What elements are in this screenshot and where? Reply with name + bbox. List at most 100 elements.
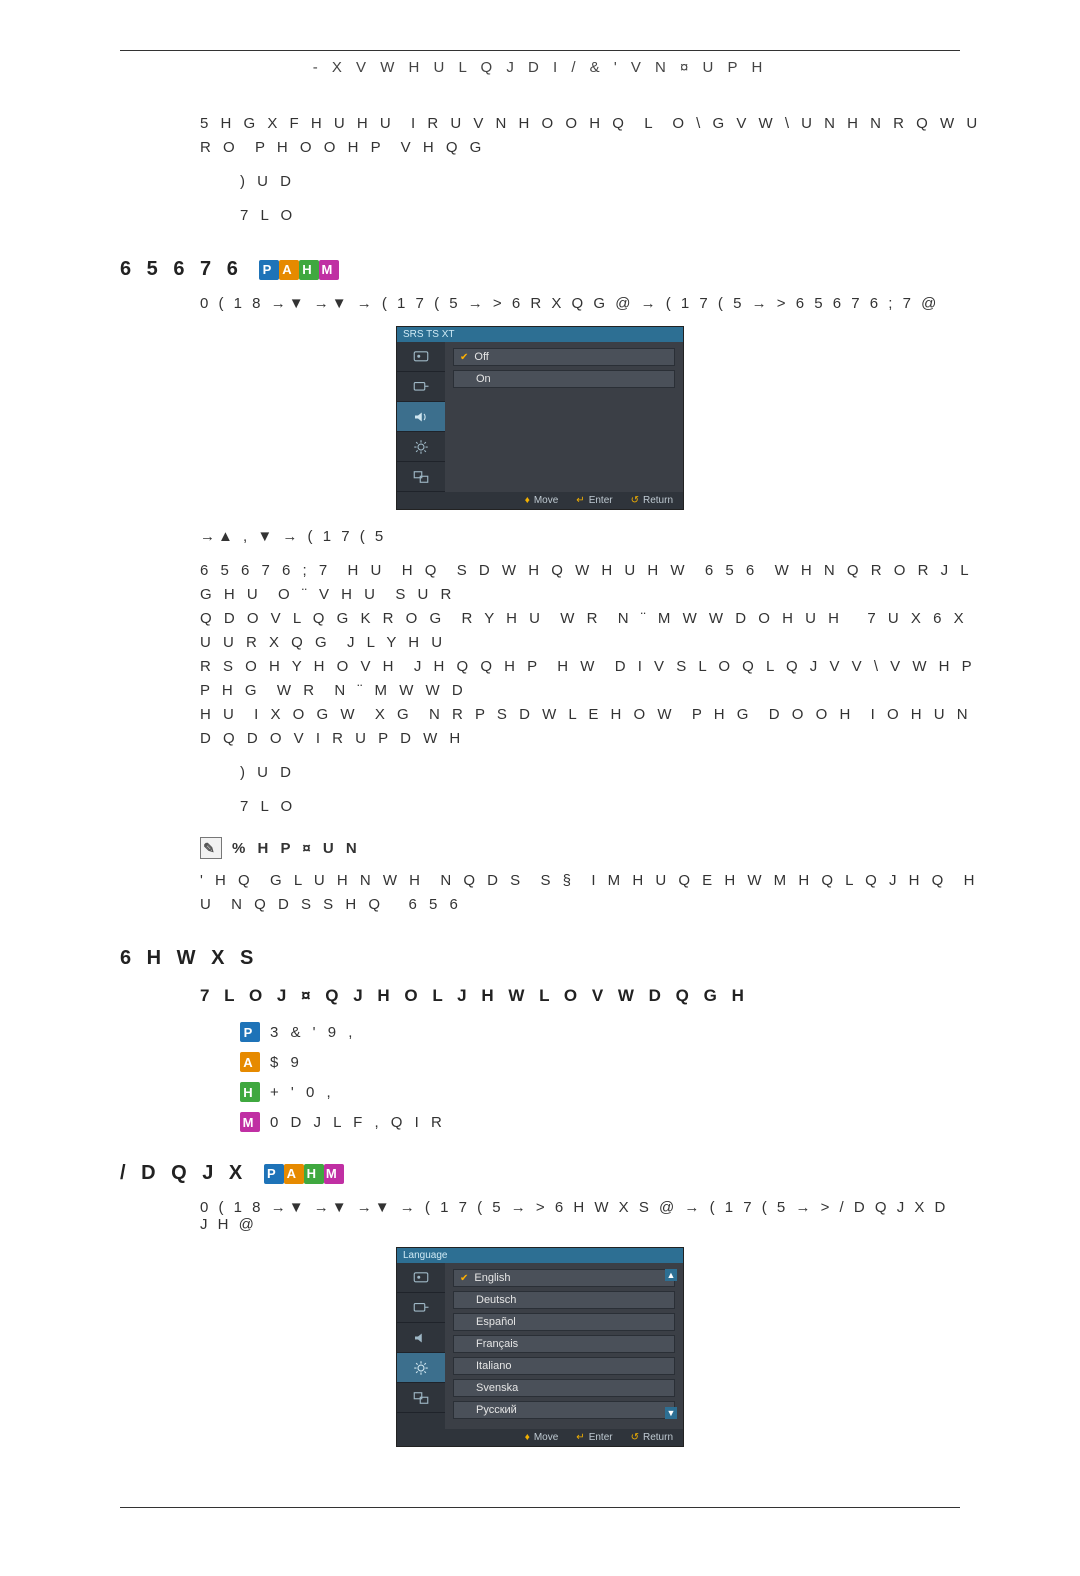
scroll-down-icon[interactable]: ▼ (665, 1407, 677, 1419)
srs-heading: 6 5 6 7 6 (120, 258, 243, 280)
osd-srs-panel: SRS TS XT ✔ Off On ♦Move ↵Enter ↺Return (396, 326, 684, 510)
chips-pahm-2: P A H M (264, 1164, 344, 1184)
osd-footer-enter: ↵Enter (576, 1432, 612, 1443)
osd-lang-label: Français (476, 1338, 518, 1350)
note-label: % H P ¤ U N (232, 840, 361, 857)
enter-icon: ↵ (576, 1432, 584, 1443)
chip-a-icon: A (279, 260, 299, 280)
osd-lang-label: Deutsch (476, 1294, 516, 1306)
osd-srs-off[interactable]: ✔ Off (453, 348, 675, 366)
osd-side-setup-icon[interactable] (397, 1353, 445, 1383)
osd-footer-move: ♦Move (525, 495, 559, 506)
return-icon: ↺ (631, 495, 639, 506)
mode-row-p: P 3 & ' 9 , (240, 1022, 960, 1042)
scroll-up-icon[interactable]: ▲ (665, 1269, 677, 1281)
srs-fra: ) U D (240, 761, 990, 785)
osd-side-sound-icon[interactable] (397, 402, 445, 432)
chip-h-icon: H (304, 1164, 324, 1184)
check-icon: ✔ (460, 1273, 468, 1284)
srs-heading-row: 6 5 6 7 6 P A H M (120, 258, 960, 281)
osd-side-multi-icon[interactable] (397, 462, 445, 492)
srs-til: 7 L O (240, 795, 990, 819)
osd-language-title: Language (397, 1248, 683, 1263)
osd-language-panel: Language ▲ ✔ English Deutsch Español Fran… (396, 1247, 684, 1447)
mode-row-a: A $ 9 (240, 1052, 960, 1072)
osd-sidebar-2 (397, 1263, 445, 1429)
osd-srs-on[interactable]: On (453, 370, 675, 388)
srs-para1: 6 5 6 7 6 ; 7 H U H Q S D W H Q W H U H … (200, 559, 990, 607)
osd-lang-label: English (474, 1272, 510, 1284)
srs-para3: R S O H Y H O V H J H Q Q H P H W D I V … (200, 655, 990, 703)
osd-lang-svenska[interactable]: Svenska (453, 1379, 675, 1397)
note-text: ' H Q G L U H N W H N Q D S S § I M H U … (200, 869, 990, 917)
osd-lang-espanol[interactable]: Español (453, 1313, 675, 1331)
osd-sidebar (397, 342, 445, 492)
mode-row-m: M 0 D J L F , Q I R (240, 1112, 960, 1132)
language-heading-row: / D Q J X P A H M (120, 1162, 960, 1185)
intro-til: 7 L O (240, 204, 990, 228)
osd-footer-return: ↺Return (631, 1432, 673, 1443)
srs-para4: H U I X O G W X G N R P S D W L E H O W … (200, 703, 990, 751)
osd-lang-deutsch[interactable]: Deutsch (453, 1291, 675, 1309)
osd-lang-label: Italiano (476, 1360, 511, 1372)
intro-fra: ) U D (240, 170, 990, 194)
chip-m-icon: M (324, 1164, 344, 1184)
osd-footer-2: ♦Move ↵Enter ↺Return (397, 1429, 683, 1446)
osd-footer-move: ♦Move (525, 1432, 559, 1443)
language-nav-path: 0 ( 1 8 →▼ →▼ →▼ → ( 1 7 ( 5 → > 6 H W X… (200, 1199, 960, 1233)
chip-a-icon: A (240, 1052, 260, 1072)
chips-pahm: P A H M (259, 260, 339, 280)
osd-side-setup-icon[interactable] (397, 432, 445, 462)
srs-nav-path: 0 ( 1 8 →▼ →▼ → ( 1 7 ( 5 → > 6 R X Q G … (200, 295, 960, 312)
osd-srs-main: ✔ Off On (445, 342, 683, 492)
intro-line1: 5 H G X F H U H U I R U V N H O O H Q L … (200, 112, 990, 160)
chip-m-icon: M (319, 260, 339, 280)
osd-footer-return: ↺Return (631, 495, 673, 506)
osd-srs-off-label: Off (474, 351, 488, 363)
language-nav-text: 0 ( 1 8 →▼ →▼ →▼ → ( 1 7 ( 5 → > 6 H W X… (200, 1199, 960, 1233)
osd-lang-italiano[interactable]: Italiano (453, 1357, 675, 1375)
enter-icon: ↵ (576, 495, 584, 506)
osd-lang-label: Español (476, 1316, 516, 1328)
updown-icon: ♦ (525, 495, 530, 506)
page-header: - X V W H U L Q J D I / & ' V N ¤ U P H (120, 59, 960, 76)
updown-icon: ♦ (525, 1432, 530, 1443)
osd-side-input-icon[interactable] (397, 372, 445, 402)
note-icon: ✎ (200, 837, 222, 859)
note-row: ✎ % H P ¤ U N (200, 837, 960, 859)
srs-nav-text: 0 ( 1 8 →▼ →▼ → ( 1 7 ( 5 → > 6 R X Q G … (200, 295, 939, 312)
chip-p-icon: P (264, 1164, 284, 1184)
osd-language-main: ▲ ✔ English Deutsch Español Français Ital… (445, 1263, 683, 1429)
srs-after-osd: →▲ , ▼ → ( 1 7 ( 5 (200, 528, 960, 545)
srs-after-osd-text: →▲ , ▼ → ( 1 7 ( 5 (200, 528, 386, 545)
osd-side-multi-icon[interactable] (397, 1383, 445, 1413)
mode-p-label: 3 & ' 9 , (270, 1024, 356, 1041)
chip-p-icon: P (259, 260, 279, 280)
osd-side-input-icon[interactable] (397, 1293, 445, 1323)
chip-h-icon: H (299, 260, 319, 280)
osd-footer: ♦Move ↵Enter ↺Return (397, 492, 683, 509)
osd-lang-russkiy[interactable]: Русский (453, 1401, 675, 1419)
osd-lang-label: Русский (476, 1404, 517, 1416)
chip-a-icon: A (284, 1164, 304, 1184)
chip-m-icon: M (240, 1112, 260, 1132)
srs-para2: Q D O V L Q G K R O G R Y H U W R N ¨ M … (200, 607, 990, 655)
osd-side-sound-icon[interactable] (397, 1323, 445, 1353)
chip-h-icon: H (240, 1082, 260, 1102)
osd-side-picture-icon[interactable] (397, 342, 445, 372)
osd-srs-on-label: On (476, 373, 491, 385)
check-icon: ✔ (460, 352, 468, 363)
chip-p-icon: P (240, 1022, 260, 1042)
setup-heading: 6 H W X S (120, 947, 960, 970)
osd-footer-enter: ↵Enter (576, 495, 612, 506)
mode-h-label: + ' 0 , (270, 1084, 335, 1101)
return-icon: ↺ (631, 1432, 639, 1443)
mode-m-label: 0 D J L F , Q I R (270, 1114, 446, 1131)
mode-a-label: $ 9 (270, 1054, 303, 1071)
osd-lang-label: Svenska (476, 1382, 518, 1394)
osd-lang-francais[interactable]: Français (453, 1335, 675, 1353)
osd-side-picture-icon[interactable] (397, 1263, 445, 1293)
osd-lang-english[interactable]: ✔ English (453, 1269, 675, 1287)
mode-row-h: H + ' 0 , (240, 1082, 960, 1102)
osd-srs-title: SRS TS XT (397, 327, 683, 342)
